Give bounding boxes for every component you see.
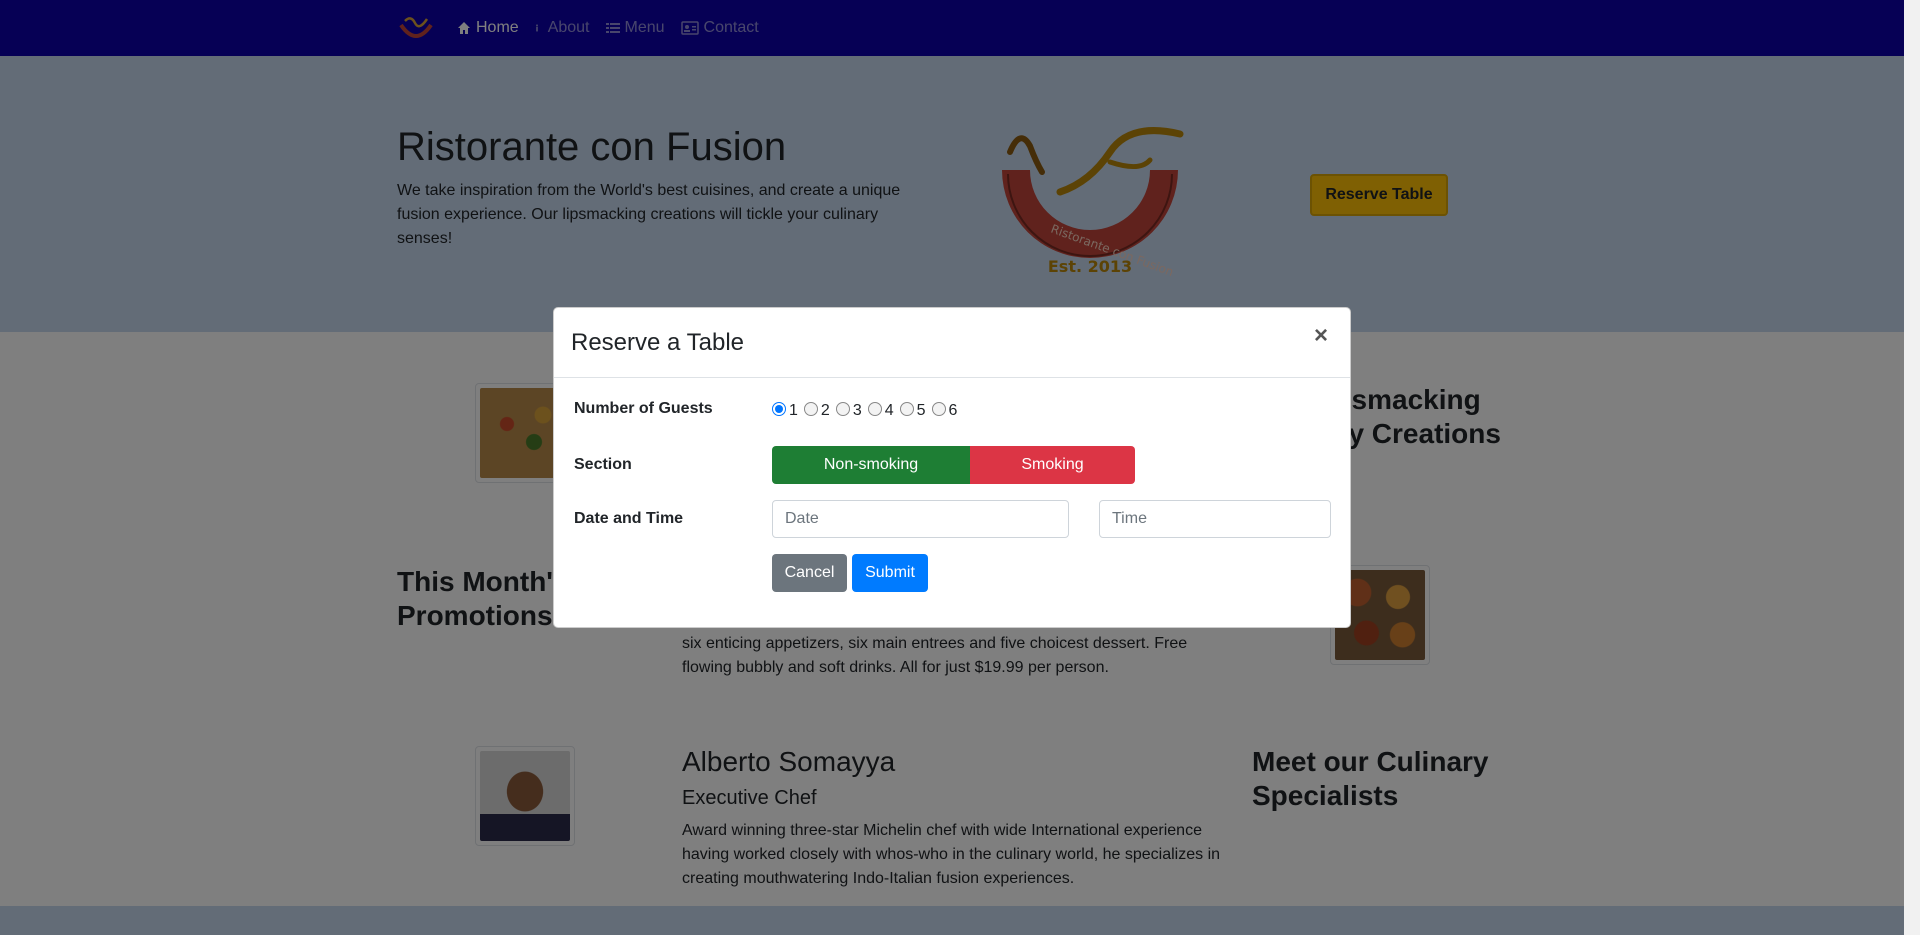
- non-smoking-button[interactable]: Non-smoking: [772, 446, 970, 484]
- guests-radio-3[interactable]: 3: [835, 398, 862, 420]
- radio-dot[interactable]: [931, 402, 946, 416]
- guests-label: Number of Guests: [574, 400, 713, 417]
- radio-label: 3: [852, 402, 862, 419]
- section-label: Section: [574, 456, 632, 473]
- radio-label: 6: [948, 402, 958, 419]
- guests-radio-1[interactable]: 1: [772, 398, 798, 420]
- section-toggle: Non-smoking Smoking: [772, 446, 1135, 484]
- close-button[interactable]: ×: [1314, 324, 1328, 348]
- submit-button[interactable]: Submit: [852, 554, 928, 592]
- modal-title: Reserve a Table: [571, 329, 744, 356]
- modal-header: Reserve a Table ×: [554, 308, 1350, 378]
- cancel-button[interactable]: Cancel: [772, 554, 847, 592]
- radio-dot[interactable]: [803, 402, 818, 416]
- radio-dot[interactable]: [835, 402, 850, 416]
- guests-radio-5[interactable]: 5: [899, 398, 926, 420]
- date-input[interactable]: Date: [772, 500, 1069, 538]
- smoking-button[interactable]: Smoking: [970, 446, 1135, 484]
- guests-radio-6[interactable]: 6: [931, 398, 958, 420]
- guests-radio-4[interactable]: 4: [867, 398, 894, 420]
- guests-radio-2[interactable]: 2: [803, 398, 830, 420]
- radio-label: 2: [820, 402, 830, 419]
- radio-label: 5: [916, 402, 926, 419]
- reserve-modal: Reserve a Table × Number of Guests 1 2 3…: [553, 307, 1351, 628]
- scrollbar[interactable]: [1904, 0, 1920, 935]
- radio-dot[interactable]: [772, 402, 786, 416]
- time-input[interactable]: Time: [1099, 500, 1331, 538]
- radio-dot[interactable]: [899, 402, 914, 416]
- datetime-label: Date and Time: [574, 510, 684, 527]
- radio-label: 1: [789, 402, 798, 419]
- radio-dot[interactable]: [867, 402, 882, 416]
- radio-label: 4: [884, 402, 894, 419]
- guests-radio-group: 1 2 3 4 5 6: [772, 398, 963, 420]
